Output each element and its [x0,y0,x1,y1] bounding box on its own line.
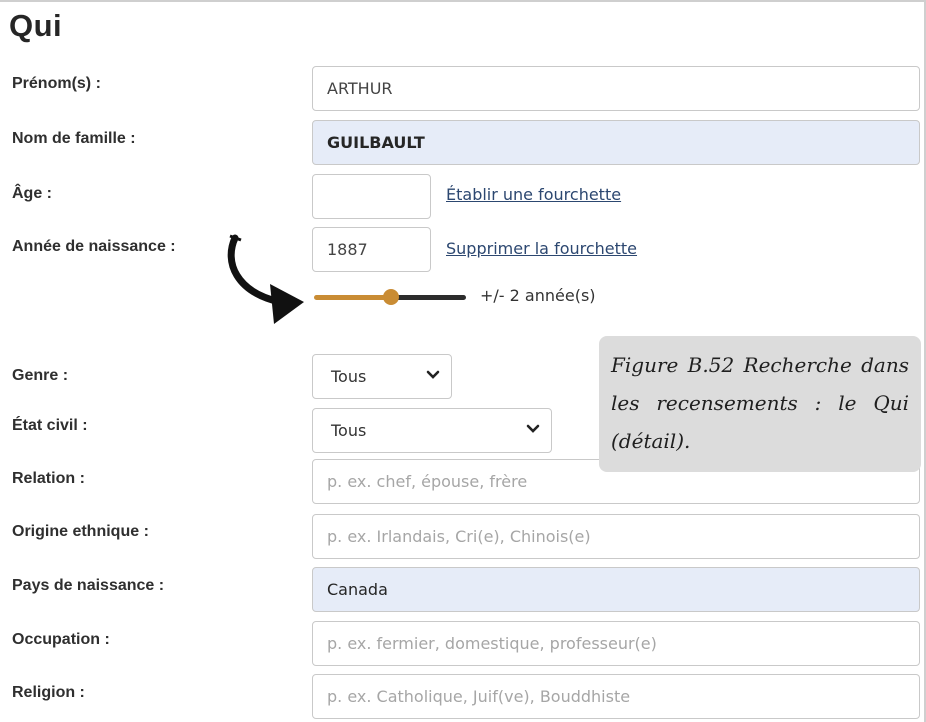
birth-year-input[interactable] [312,227,431,272]
occupation-input[interactable] [312,621,920,666]
figure-caption: Figure B.52 Recherche dans les recenseme… [599,336,921,472]
age-label: Âge : [12,185,52,202]
etat-civil-select[interactable]: Tous [312,408,552,453]
religion-input[interactable] [312,674,920,719]
relation-label: Relation : [12,470,85,487]
slider-thumb[interactable] [383,289,399,305]
section-title: Qui [9,8,63,43]
genre-label: Genre : [12,367,69,384]
chevron-down-icon [526,424,540,433]
origine-label: Origine ethnique : [12,523,149,540]
remove-range-link[interactable]: Supprimer la fourchette [446,239,637,258]
set-range-link[interactable]: Établir une fourchette [446,185,621,204]
occupation-label: Occupation : [12,631,110,648]
pays-input[interactable] [312,567,920,612]
birth-year-label: Année de naissance : [12,238,176,255]
religion-label: Religion : [12,684,85,701]
chevron-down-icon [426,370,440,379]
annotation-arrow-icon [227,234,304,324]
pays-label: Pays de naissance : [12,577,165,594]
origine-input[interactable] [312,514,920,559]
nom-label: Nom de famille : [12,130,136,147]
nom-input[interactable] [312,120,920,165]
age-input[interactable] [312,174,431,219]
range-value-text: +/- 2 année(s) [480,286,596,305]
genre-selected-value: Tous [331,367,367,386]
etat-civil-selected-value: Tous [331,421,367,440]
prenom-input[interactable] [312,66,920,111]
genre-select[interactable]: Tous [312,354,452,399]
slider-track [394,295,466,300]
etat-civil-label: État civil : [12,417,88,434]
prenom-label: Prénom(s) : [12,75,101,92]
slider-fill [314,295,394,300]
